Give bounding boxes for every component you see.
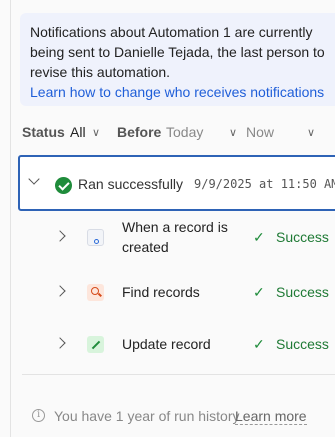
pencil-icon bbox=[87, 336, 104, 353]
chevron-down-icon[interactable] bbox=[28, 173, 40, 185]
chevron-down-icon[interactable]: ∨ bbox=[92, 126, 100, 139]
step-row[interactable]: Update record ✓ Success bbox=[0, 324, 335, 364]
run-timestamp: 9/9/2025 at 11:50 AM bbox=[194, 177, 335, 191]
checkmark-icon: ✓ bbox=[253, 229, 265, 245]
notification-banner: Notifications about Automation 1 are cur… bbox=[20, 13, 335, 106]
search-icon bbox=[87, 284, 104, 301]
chevron-down-icon[interactable]: ∨ bbox=[229, 126, 237, 139]
date-from-input[interactable]: Today bbox=[166, 124, 203, 140]
success-check-icon bbox=[55, 177, 72, 194]
step-status: Success bbox=[276, 229, 329, 245]
section-divider bbox=[22, 374, 335, 375]
chevron-down-icon[interactable]: ∨ bbox=[307, 126, 315, 139]
chevron-right-icon[interactable] bbox=[54, 337, 66, 349]
chevron-right-icon[interactable] bbox=[54, 230, 66, 242]
chevron-right-icon[interactable] bbox=[54, 285, 66, 297]
info-icon bbox=[32, 409, 45, 422]
step-label: Update record bbox=[122, 336, 211, 352]
checkmark-icon: ✓ bbox=[253, 284, 265, 300]
step-row[interactable]: Find records ✓ Success bbox=[0, 272, 335, 312]
banner-text: Notifications about Automation 1 are cur… bbox=[30, 24, 325, 80]
run-history-message: You have 1 year of run history bbox=[54, 408, 240, 424]
date-to-input[interactable]: Now bbox=[246, 124, 274, 140]
status-filter-select[interactable]: All bbox=[70, 124, 86, 140]
step-label: When a record is created bbox=[122, 219, 228, 255]
step-status: Success bbox=[276, 284, 329, 300]
run-history-item[interactable]: Ran successfully 9/9/2025 at 11:50 AM bbox=[18, 155, 335, 211]
before-filter-label: Before bbox=[117, 124, 162, 140]
run-filters: Status All ∨ Before Today ∨ Now ∨ bbox=[22, 124, 335, 144]
status-filter-label: Status bbox=[22, 124, 65, 140]
step-row[interactable]: When a record is created ✓ Success bbox=[0, 217, 335, 257]
notifications-help-link[interactable]: Learn how to change who receives notific… bbox=[30, 82, 335, 102]
record-trigger-icon bbox=[87, 229, 104, 246]
learn-more-link[interactable]: Learn more bbox=[235, 408, 307, 425]
run-status: Ran successfully bbox=[78, 176, 184, 192]
step-status: Success bbox=[276, 336, 329, 352]
step-label: Find records bbox=[122, 284, 200, 300]
checkmark-icon: ✓ bbox=[253, 336, 265, 352]
